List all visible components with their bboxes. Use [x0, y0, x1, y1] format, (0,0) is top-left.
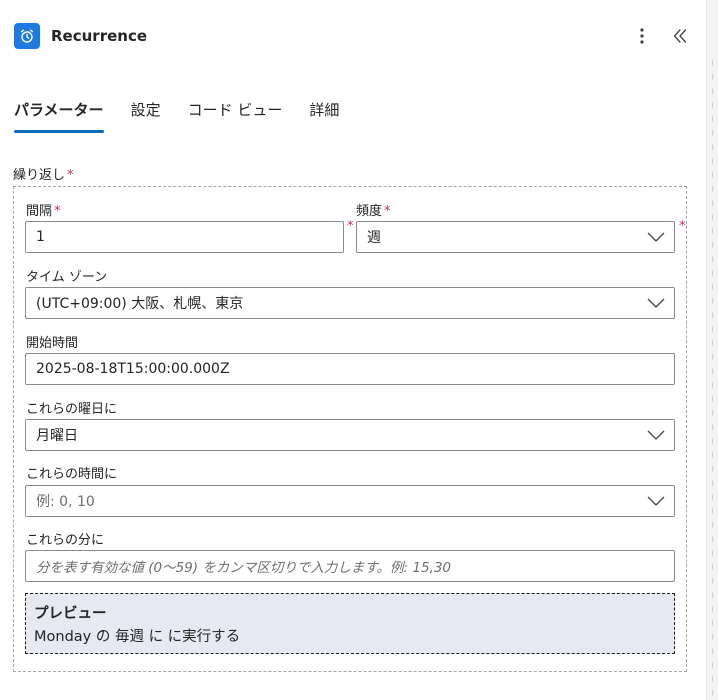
weekdays-dropdown[interactable]: 月曜日: [25, 419, 675, 451]
required-asterisk: *: [67, 168, 74, 183]
hours-label: これらの時間に: [26, 467, 118, 482]
right-edge-scroll-area: [706, 0, 718, 700]
start-time-label: 開始時間: [26, 336, 79, 351]
preview-box: プレビュー Monday の 毎週 に に実行する: [25, 593, 675, 654]
interval-label-text: 間隔: [26, 204, 53, 219]
tab-details[interactable]: 詳細: [309, 96, 339, 124]
preview-text: Monday の 毎週 に に実行する: [34, 629, 241, 645]
frequency-label-text: 頻度: [356, 204, 383, 219]
tab-parameters[interactable]: パラメーター: [14, 96, 104, 133]
interval-value: 1: [36, 229, 45, 245]
start-time-input[interactable]: 2025-08-18T15:00:00.000Z: [25, 353, 675, 385]
chevron-down-icon: [638, 222, 674, 252]
more-options-button[interactable]: [628, 22, 656, 50]
edge-dash-marks: [712, 60, 713, 700]
frequency-dropdown[interactable]: 週: [356, 221, 675, 253]
frequency-required-asterisk: *: [679, 219, 686, 234]
chevron-down-icon: [638, 420, 674, 450]
minutes-input[interactable]: 分を表す有効な値 (0〜59) をカンマ区切りで入力します。例: 15,30: [25, 550, 675, 582]
alarm-clock-icon: [14, 23, 40, 49]
minutes-label: これらの分に: [26, 533, 105, 548]
frequency-value: 週: [367, 230, 381, 246]
interval-required-asterisk: *: [347, 219, 354, 234]
more-vertical-icon: [640, 28, 644, 44]
recurrence-section-label: 繰り返し *: [13, 164, 74, 183]
interval-label: 間隔 *: [26, 200, 61, 219]
timezone-label: タイム ゾーン: [26, 270, 108, 285]
tab-code-view[interactable]: コード ビュー: [188, 96, 283, 124]
panel-header: Recurrence: [14, 22, 694, 50]
recurrence-label-text: 繰り返し: [13, 168, 66, 183]
collapse-panel-button[interactable]: [666, 22, 694, 50]
required-asterisk: *: [384, 204, 391, 219]
double-chevron-left-icon: [673, 29, 687, 43]
timezone-value: (UTC+09:00) 大阪、札幌、東京: [36, 296, 244, 312]
preview-title: プレビュー: [34, 606, 107, 622]
weekdays-label: これらの曜日に: [26, 402, 118, 417]
chevron-down-icon: [638, 486, 674, 516]
timezone-dropdown[interactable]: (UTC+09:00) 大阪、札幌、東京: [25, 287, 675, 319]
frequency-label: 頻度 *: [356, 200, 391, 219]
required-asterisk: *: [54, 204, 61, 219]
chevron-down-icon: [638, 288, 674, 318]
start-time-value: 2025-08-18T15:00:00.000Z: [36, 361, 230, 377]
interval-input[interactable]: 1: [25, 221, 344, 253]
hours-dropdown[interactable]: 例: 0, 10: [25, 485, 675, 517]
weekdays-value: 月曜日: [36, 428, 78, 444]
minutes-placeholder: 分を表す有効な値 (0〜59) をカンマ区切りで入力します。例: 15,30: [36, 560, 452, 576]
hours-placeholder: 例: 0, 10: [36, 494, 95, 510]
tab-settings[interactable]: 設定: [131, 96, 161, 124]
recurrence-panel: Recurrence パラメーター 設定 コード ビュー 詳細 繰り返し * 間隔…: [0, 0, 706, 700]
tab-bar: パラメーター 設定 コード ビュー 詳細: [14, 96, 366, 136]
panel-title: Recurrence: [51, 27, 148, 45]
